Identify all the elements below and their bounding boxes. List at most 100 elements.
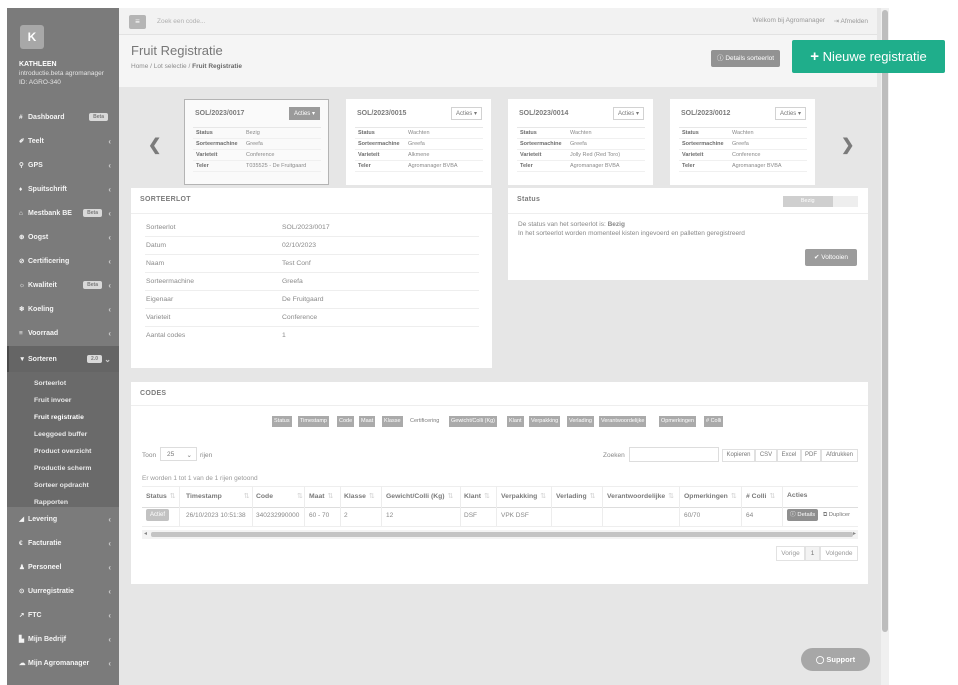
- th-maat[interactable]: Maat ⇅: [309, 492, 333, 500]
- sorteerlot-card[interactable]: SOL/2023/0015 Acties ▾ Status Wachten Sor…: [346, 99, 491, 185]
- th-klasse[interactable]: Klasse ⇅: [344, 492, 375, 500]
- logout-link[interactable]: ⇥ Afmelden: [834, 17, 868, 25]
- menu-toggle-button[interactable]: ≡: [129, 15, 146, 29]
- sorteerlot-card[interactable]: SOL/2023/0012 Acties ▾ Status Wachten Sor…: [670, 99, 815, 185]
- column-toggle-certificering[interactable]: Certificering: [408, 416, 442, 427]
- submenu-rapporten[interactable]: Rapporten: [34, 499, 68, 506]
- th-code[interactable]: Code ⇅: [256, 492, 303, 500]
- column-toggle-verantwoordelijke[interactable]: Verantwoordelijke: [599, 416, 647, 427]
- print-button[interactable]: Afdrukken: [821, 449, 858, 462]
- details-sorteerlot-button[interactable]: ⓘ Details sorteerlot: [711, 50, 781, 67]
- code-search-input[interactable]: Zoek een code...: [157, 18, 205, 25]
- th-status[interactable]: Status ⇅: [146, 492, 175, 500]
- codes-panel: CODES Status Timestamp Code Maat Klasse …: [131, 382, 868, 584]
- cell-code: 340232990000: [256, 512, 300, 519]
- sidebar-item-mijn-agromanager[interactable]: ☁ Mijn Agromanager ‹: [7, 652, 119, 674]
- user-name: KATHLEEN: [19, 61, 57, 68]
- sidebar-item-teelt[interactable]: ✐ Teelt ‹: [7, 130, 119, 152]
- pager-page-1[interactable]: 1: [805, 546, 820, 561]
- sidebar-item-gps[interactable]: ⚲ GPS ‹: [7, 154, 119, 176]
- card-fields: Status Wachten Sorteermachine Greefa Varie…: [517, 127, 645, 172]
- column-toggle-opmerkingen[interactable]: Opmerkingen: [659, 416, 697, 427]
- column-toggle-gewicht[interactable]: Gewicht/Colli (Kg): [449, 416, 498, 427]
- submenu-fruit-registratie[interactable]: Fruit registratie: [34, 414, 84, 421]
- submenu-leeggoed-buffer[interactable]: Leeggoed buffer: [34, 431, 87, 438]
- sidebar-item-facturatie[interactable]: € Facturatie ‹: [7, 532, 119, 554]
- logout-label: Afmelden: [840, 18, 868, 25]
- submenu-productie-scherm[interactable]: Productie scherm: [34, 465, 91, 472]
- row-details-button[interactable]: ⓘ Details: [787, 509, 819, 521]
- sidebar-item-label: Kwaliteit: [28, 281, 57, 289]
- sidebar-item-koeling[interactable]: ❄ Koeling ‹: [7, 298, 119, 320]
- voltooien-button[interactable]: ✔ Voltooien: [805, 249, 857, 266]
- submenu-sorteerlot[interactable]: Sorteerlot: [34, 380, 66, 387]
- submenu-sorteer-opdracht[interactable]: Sorteer opdracht: [34, 482, 89, 489]
- horizontal-scrollbar[interactable]: ◂ ▸: [142, 530, 858, 539]
- column-toggle-klasse[interactable]: Klasse: [382, 416, 403, 427]
- column-toggle-code[interactable]: Code: [337, 416, 355, 427]
- page-size-select[interactable]: 25 ⌄: [160, 447, 197, 461]
- pdf-button[interactable]: PDF: [801, 449, 821, 462]
- card-actions-dropdown[interactable]: Acties ▾: [288, 107, 320, 120]
- sidebar-item-certificering[interactable]: ⊘ Certificering ‹: [7, 250, 119, 272]
- column-toggle-timestamp[interactable]: Timestamp: [298, 416, 329, 427]
- pager-prev-button[interactable]: Vorige: [776, 546, 805, 561]
- breadcrumb-lot-selectie[interactable]: Lot selectie: [154, 63, 187, 70]
- sidebar-item-voorraad[interactable]: ≡ Voorraad ‹: [7, 322, 119, 344]
- column-toggle-verpakking[interactable]: Verpakking: [529, 416, 561, 427]
- copy-button[interactable]: Kopieren: [722, 449, 755, 462]
- th-label: Status: [146, 493, 167, 500]
- sidebar-item-sorteren[interactable]: ▼ Sorteren 2.0 ⌄: [7, 346, 119, 372]
- sorteerlot-carousel: ❮ ❯ SOL/2023/0017 Acties ▾ Status Bezig S…: [131, 95, 868, 191]
- topbar: ≡ Zoek een code... Welkom bij Agromanage…: [119, 8, 877, 35]
- csv-button[interactable]: CSV: [755, 449, 777, 462]
- excel-button[interactable]: Excel: [777, 449, 801, 462]
- sidebar-item-levering[interactable]: ◢ Levering ‹: [7, 508, 119, 530]
- sidebar-item-ftc[interactable]: ↗ FTC ‹: [7, 604, 119, 626]
- card-actions-dropdown[interactable]: Acties ▾: [450, 107, 482, 120]
- pager-next-button[interactable]: Volgende: [820, 546, 858, 561]
- card-actions-dropdown[interactable]: Acties ▾: [612, 107, 644, 120]
- column-toggle-status[interactable]: Status: [272, 416, 292, 427]
- sidebar-item-personeel[interactable]: ♟ Personeel ‹: [7, 556, 119, 578]
- breadcrumb-home[interactable]: Home: [131, 63, 148, 70]
- sidebar-item-mestbank[interactable]: ⌂ Mestbank BE Beta ‹: [7, 202, 119, 224]
- column-toggle-maat[interactable]: Maat: [359, 416, 376, 427]
- th-colli[interactable]: # Colli ⇅: [746, 492, 775, 500]
- th-klant[interactable]: Klant ⇅: [464, 492, 490, 500]
- th-verpakking[interactable]: Verpakking ⇅: [501, 492, 546, 500]
- submenu-fruit-invoer[interactable]: Fruit invoer: [34, 397, 71, 404]
- sidebar-item-kwaliteit[interactable]: ☼ Kwaliteit Beta ‹: [7, 274, 119, 296]
- th-opmerkingen[interactable]: Opmerkingen ⇅: [684, 492, 737, 500]
- carousel-next-arrow-icon[interactable]: ❯: [841, 135, 854, 155]
- carousel-prev-arrow-icon[interactable]: ❮: [148, 135, 161, 155]
- sidebar-item-mijn-bedrijf[interactable]: ▙ Mijn Bedrijf ‹: [7, 628, 119, 650]
- card-field-label: Teler: [520, 163, 533, 169]
- submenu-product-overzicht[interactable]: Product overzicht: [34, 448, 91, 455]
- th-verlading[interactable]: Verlading ⇅: [556, 492, 595, 500]
- table-search-input[interactable]: [629, 447, 719, 462]
- support-button[interactable]: ◯ Support: [801, 648, 870, 671]
- th-gewicht[interactable]: Gewicht/Colli (Kg) ⇅: [386, 492, 453, 500]
- sidebar-item-dashboard[interactable]: # Dashboard Beta: [7, 106, 119, 128]
- scrollbar-thumb[interactable]: [151, 532, 853, 537]
- sidebar-item-oogst[interactable]: ⊕ Oogst ‹: [7, 226, 119, 248]
- sort-icon: ⇅: [540, 493, 546, 500]
- column-toggle-colli[interactable]: # Colli: [704, 416, 724, 427]
- sorteerlot-card[interactable]: SOL/2023/0017 Acties ▾ Status Bezig Sorte…: [184, 99, 329, 185]
- card-actions-dropdown[interactable]: Acties ▾: [774, 107, 806, 120]
- card-code: SOL/2023/0012: [681, 110, 731, 117]
- sidebar-item-uurregistratie[interactable]: ⊙ Uurregistratie ‹: [7, 580, 119, 602]
- scrollbar-thumb[interactable]: [882, 10, 888, 632]
- row-duplicate-button[interactable]: ⧉ Duplicer: [823, 509, 858, 521]
- column-toggle-verlading[interactable]: Verlading: [567, 416, 594, 427]
- th-verantwoordelijke[interactable]: Verantwoordelijke ⇅: [607, 492, 674, 500]
- sidebar-item-spuitschrift[interactable]: ♦ Spuitschrift ‹: [7, 178, 119, 200]
- th-timestamp[interactable]: Timestamp ⇅: [186, 492, 249, 500]
- truck-icon: ◢: [19, 516, 24, 523]
- column-toggle-klant[interactable]: Klant: [507, 416, 524, 427]
- search-label: Zoeken: [603, 452, 625, 459]
- new-registration-button[interactable]: + Nieuwe registratie: [792, 40, 945, 73]
- sorteerlot-card[interactable]: SOL/2023/0014 Acties ▾ Status Wachten Sor…: [508, 99, 653, 185]
- vertical-scrollbar[interactable]: [881, 8, 889, 685]
